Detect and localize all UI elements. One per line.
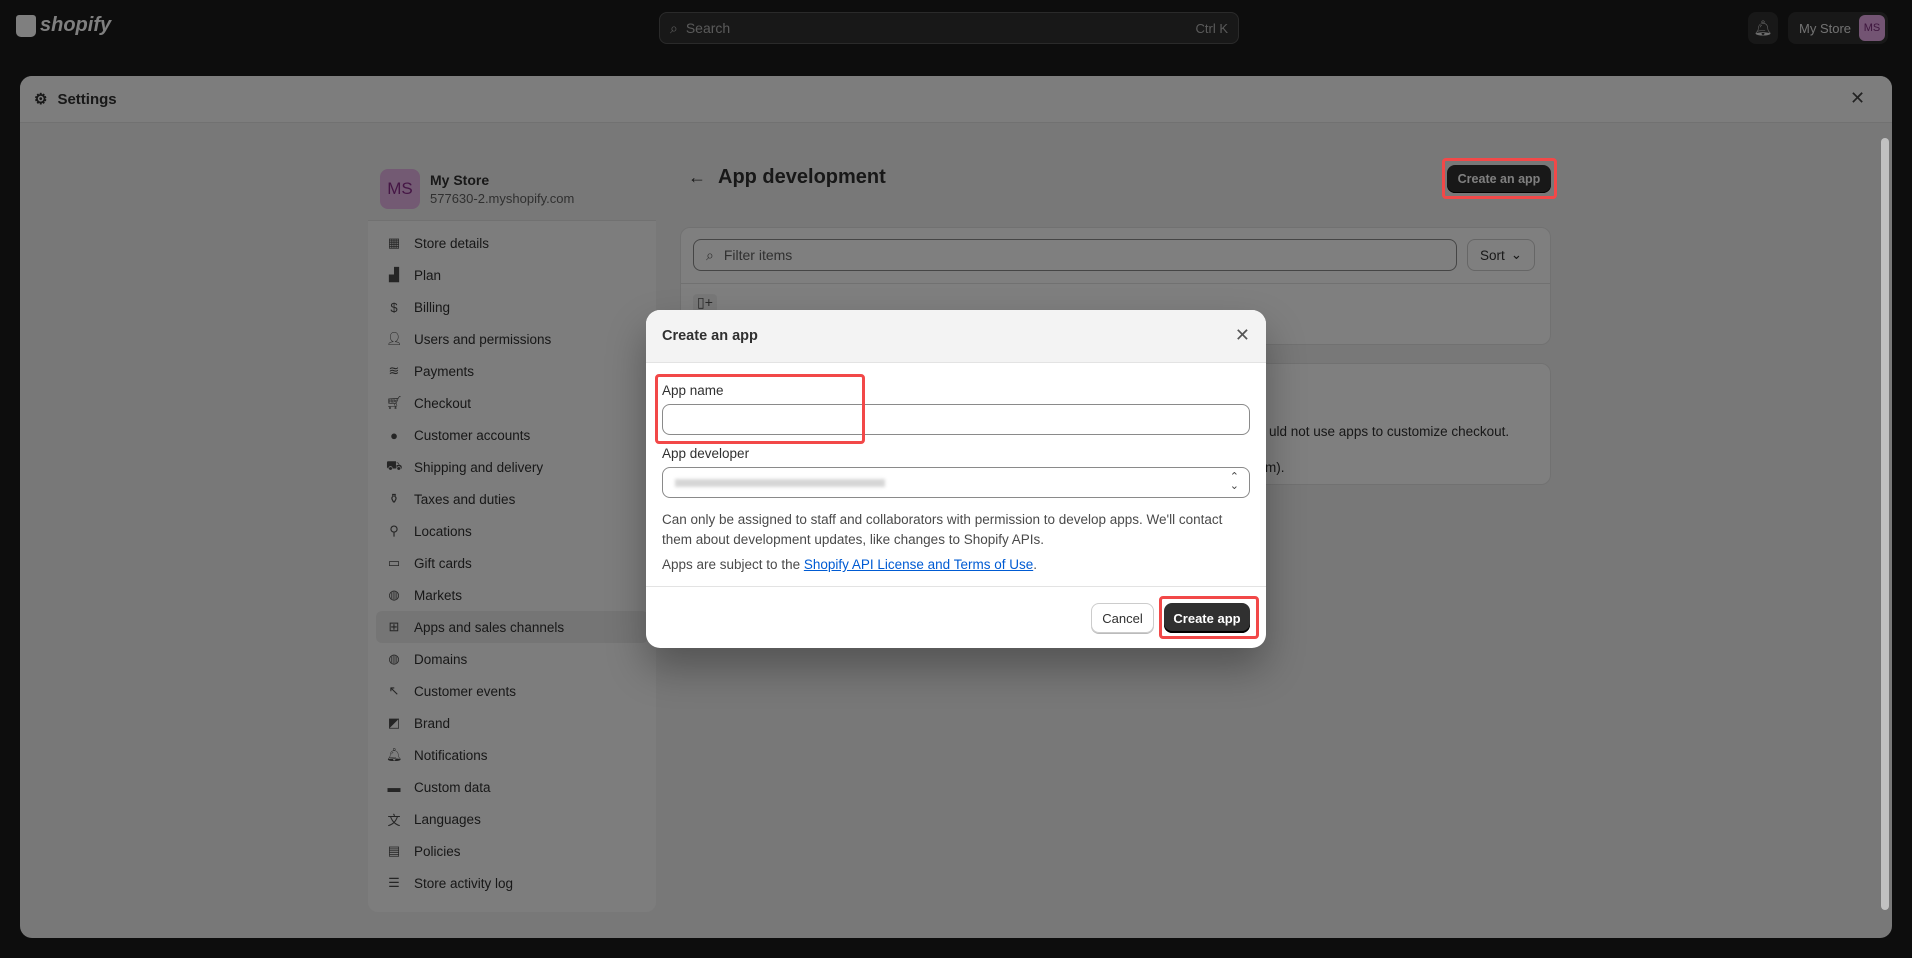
close-icon[interactable]: ✕ — [1235, 325, 1250, 346]
terms-suffix: . — [1033, 557, 1037, 572]
terms-text: Apps are subject to the Shopify API Lice… — [662, 555, 1252, 575]
select-chevron-icon: ⌃ ⌄ — [1229, 471, 1239, 492]
redacted-value — [675, 478, 885, 487]
cancel-button[interactable]: Cancel — [1091, 603, 1154, 633]
dialog-footer-divider — [646, 586, 1266, 587]
app-developer-select[interactable]: ⌃ ⌄ — [662, 467, 1250, 498]
terms-prefix: Apps are subject to the — [662, 557, 804, 572]
developer-help-text: Can only be assigned to staff and collab… — [662, 512, 1223, 547]
dialog-header: Create an app — [646, 310, 1266, 363]
terms-link[interactable]: Shopify API License and Terms of Use — [804, 557, 1033, 572]
scrollbar[interactable] — [1880, 128, 1890, 932]
highlight-box — [1159, 596, 1259, 639]
scrollbar-thumb[interactable] — [1881, 138, 1889, 910]
dialog-title: Create an app — [662, 328, 758, 344]
app-developer-label: App developer — [662, 446, 750, 461]
highlight-box — [1442, 158, 1557, 199]
highlight-box — [655, 374, 865, 444]
